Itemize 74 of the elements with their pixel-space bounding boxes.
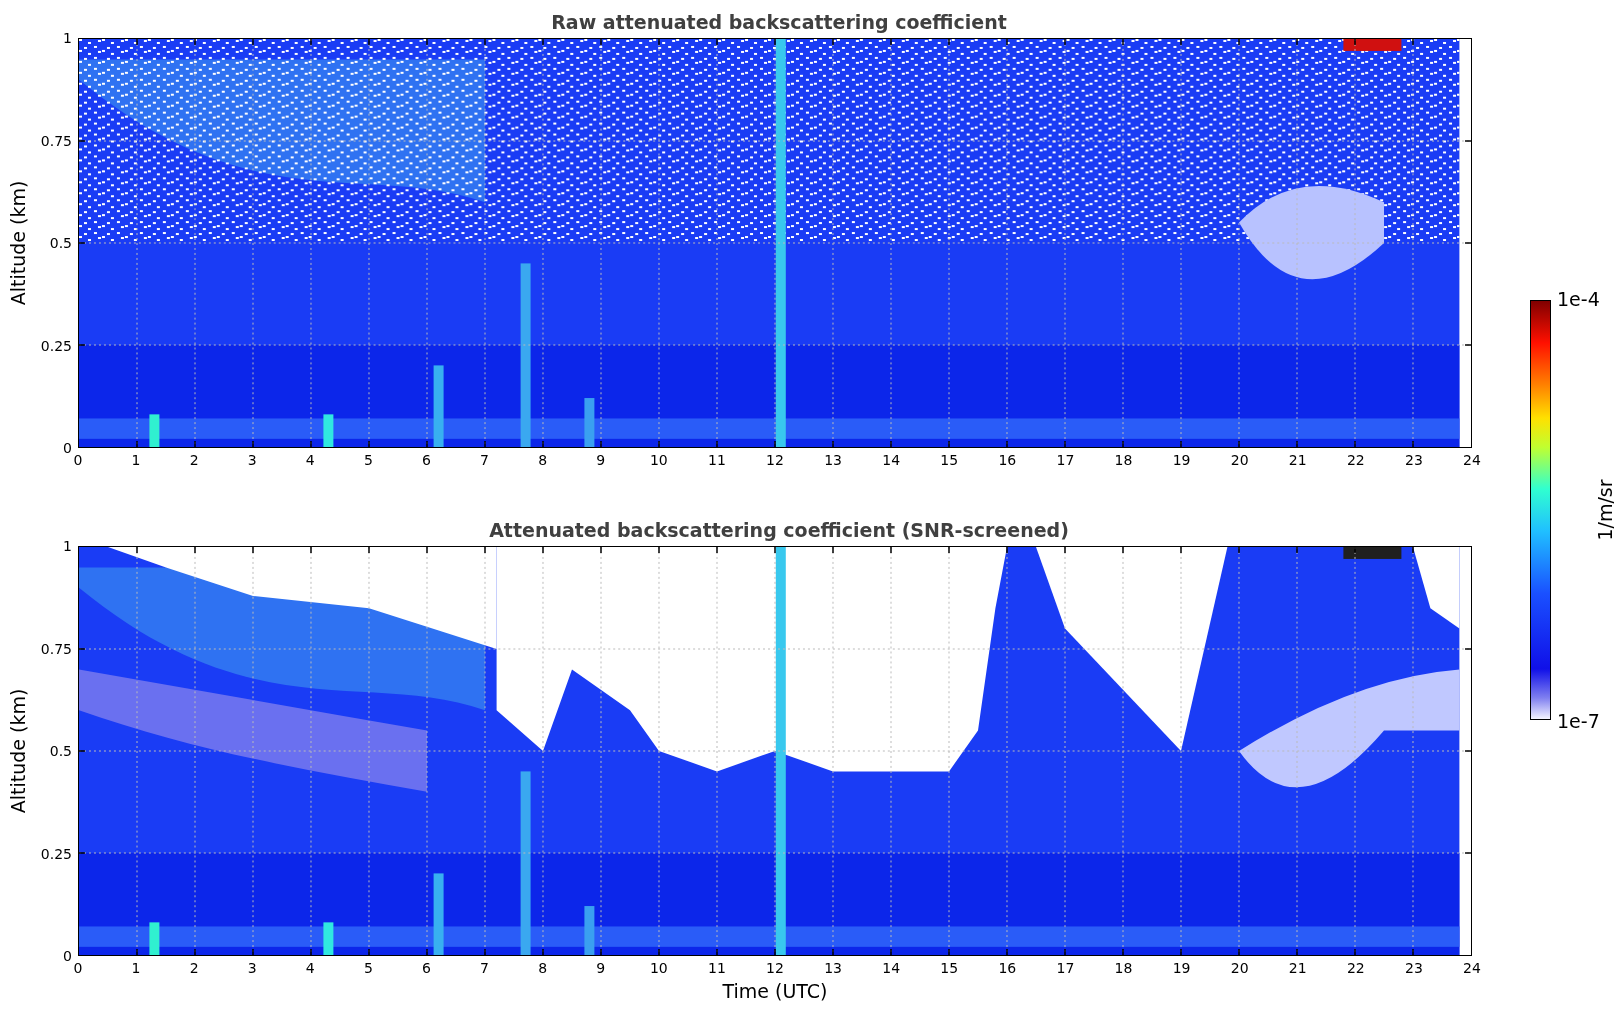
x-tick-label: 8: [538, 452, 548, 468]
x-tick-label: 20: [1230, 960, 1249, 976]
x-tick-label: 4: [305, 960, 315, 976]
x-tick-label: 15: [940, 452, 959, 468]
x-tick-label: 21: [1288, 960, 1307, 976]
x-tick-label: 7: [480, 960, 490, 976]
x-tick-label: 15: [940, 960, 959, 976]
signal-streak: [149, 922, 160, 955]
y-tick-label: 0.5: [49, 235, 72, 251]
signal-streak: [584, 906, 595, 955]
x-tick-label: 8: [538, 960, 548, 976]
x-tick-label: 13: [824, 960, 842, 976]
x-tick-label: 17: [1056, 960, 1075, 976]
x-tick-label: 9: [596, 452, 606, 468]
y-tick-label: 1: [63, 538, 72, 554]
y-axis-label: Altitude (km): [7, 180, 29, 306]
y-tick-label: 0.25: [40, 845, 72, 862]
x-tick-label: 18: [1114, 452, 1133, 468]
x-tick-label: 16: [998, 960, 1017, 976]
x-tick-label: 5: [363, 960, 373, 976]
x-tick-label: 23: [1405, 452, 1423, 468]
y-tick-label: 1: [63, 30, 72, 46]
y-tick-label: 0.5: [49, 743, 72, 759]
y-tick-label: 0.75: [40, 132, 72, 149]
x-tick-label: 11: [708, 452, 726, 468]
x-tick-label: 23: [1405, 960, 1423, 976]
y-axis-label: Altitude (km): [7, 688, 29, 814]
x-tick-label: 3: [247, 452, 257, 468]
colorbar-min-label: 1e-7: [1557, 710, 1600, 732]
y-tick-label: 0: [63, 440, 72, 456]
x-tick-label: 19: [1172, 960, 1191, 976]
y-tick-label: 0.75: [40, 640, 72, 657]
x-tick-label: 14: [882, 960, 901, 976]
x-tick-label: 6: [422, 452, 431, 468]
x-tick-label: 18: [1114, 960, 1133, 976]
x-tick-label: 24: [1463, 960, 1481, 976]
x-tick-label: 17: [1056, 452, 1075, 468]
x-tick-label: 12: [766, 960, 784, 976]
x-tick-label: 9: [596, 960, 606, 976]
x-tick-label: 6: [422, 960, 431, 976]
x-tick-label: 1: [131, 452, 141, 468]
x-tick-label: 1: [131, 960, 141, 976]
x-tick-label: 21: [1288, 452, 1307, 468]
x-tick-label: 14: [882, 452, 901, 468]
signal-streak: [584, 398, 595, 447]
y-tick-label: 0: [63, 948, 72, 964]
x-tick-label: 10: [649, 960, 668, 976]
signal-streak: [323, 414, 334, 447]
x-tick-label: 12: [766, 452, 784, 468]
x-tick-label: 22: [1346, 452, 1365, 468]
x-tick-label: 2: [189, 452, 199, 468]
x-tick-label: 24: [1463, 452, 1481, 468]
x-tick-label: 0: [73, 960, 83, 976]
signal-streak: [323, 922, 334, 955]
x-tick-label: 2: [189, 960, 199, 976]
cloud-signal: [1343, 39, 1402, 51]
x-tick-label: 16: [998, 452, 1017, 468]
x-tick-label: 7: [480, 452, 490, 468]
colorbar-max-label: 1e-4: [1557, 288, 1600, 310]
colorbar-unit-label: 1/m/sr: [1594, 479, 1616, 541]
x-tick-label: 3: [247, 960, 257, 976]
cloud-signal: [1343, 547, 1402, 559]
x-tick-label: 5: [363, 452, 373, 468]
x-tick-label: 22: [1346, 960, 1365, 976]
y-tick-label: 0.25: [40, 337, 72, 354]
x-tick-label: 13: [824, 452, 842, 468]
x-tick-label: 11: [708, 960, 726, 976]
x-tick-label: 20: [1230, 452, 1249, 468]
signal-streak: [149, 414, 160, 447]
x-tick-label: 19: [1172, 452, 1191, 468]
x-tick-label: 10: [649, 452, 668, 468]
x-tick-label: 4: [305, 452, 315, 468]
x-axis-label: Time (UTC): [722, 980, 828, 1002]
x-tick-label: 0: [73, 452, 83, 468]
